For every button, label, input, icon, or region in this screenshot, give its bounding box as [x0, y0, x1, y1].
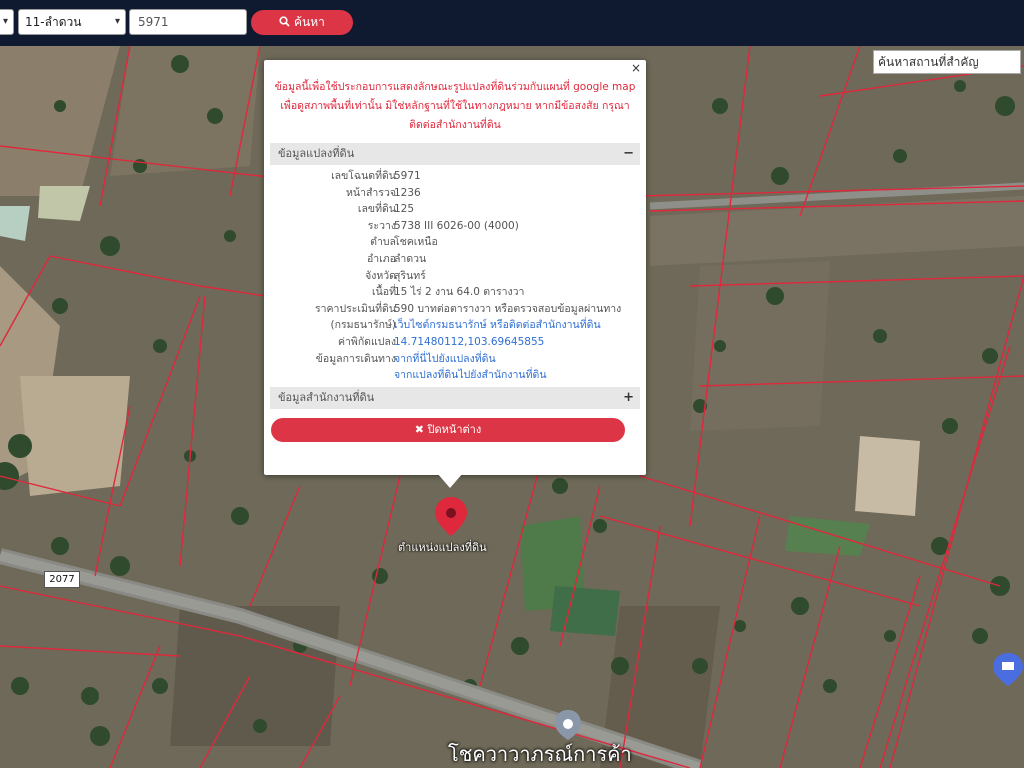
detail-key: ข้อมูลการเดินทาง [315, 352, 396, 365]
detail-row-district: อำเภอ ลำดวน [270, 251, 640, 268]
place-search-input[interactable]: ค้นหาสถานที่สำคัญ [873, 50, 1021, 74]
detail-key: ราคาประเมินที่ดิน [314, 302, 396, 315]
notice-line: เพื่อดูสภาพพื้นที่เท่านั้น มิใช่หลักฐานท… [280, 100, 630, 112]
detail-row-province: จังหวัด สุรินทร์ [270, 268, 640, 285]
treasury-website-link[interactable]: เว็บไซต์กรมธนารักษ์ หรือติดต่อสำนักงานที… [394, 317, 601, 334]
chevron-down-icon: ▾ [114, 16, 120, 27]
search-button[interactable]: ค้นหา [251, 10, 353, 35]
detail-value: 5971 [394, 170, 421, 182]
marker-label: ตำแหน่งแปลงที่ดิน [398, 541, 487, 554]
search-button-label: ค้นหา [293, 15, 325, 29]
chevron-down-icon: ▾ [2, 16, 8, 27]
detail-value: สุรินทร์ [394, 269, 426, 282]
coordinates-link[interactable]: 14.71480112,103.69645855 [394, 334, 544, 351]
detail-value: 590 บาทต่อตารางวา หรือตรวจสอบข้อมูลผ่านท… [394, 302, 622, 315]
close-window-button[interactable]: ✖ ปิดหน้าต่าง [271, 418, 625, 442]
parcel-info-popup: × ข้อมูลนี้เพื่อใช้ประกอบการแสดงลักษณะรู… [264, 60, 646, 475]
detail-value: 5738 III 6026-00 (4000) [394, 219, 519, 232]
collapse-icon[interactable]: − [623, 143, 634, 165]
province-select[interactable]: ▾ [0, 9, 14, 35]
district-select-value: 11-ลำดวน [25, 15, 82, 29]
detail-value: 125 [394, 203, 415, 216]
detail-key: ระวาง [367, 219, 396, 232]
detail-value: 15 ไร่ 2 งาน 64.0 ตารางวา [394, 286, 525, 299]
detail-key: เลขโฉนดที่ดิน [331, 170, 396, 182]
detail-key: เลขที่ดิน [357, 203, 396, 216]
place-label: โชควาวาภรณ์การค้า [448, 742, 632, 766]
detail-row-coordinates: ค่าพิกัดแปลง 14.71480112,103.69645855 [270, 334, 640, 351]
detail-value: ลำดวน [394, 252, 427, 265]
detail-key: ตำบล [370, 236, 396, 249]
close-icon[interactable]: × [631, 61, 641, 75]
detail-row-directions: ข้อมูลการเดินทาง จากที่นี่ไปยังแปลงที่ดิน [270, 351, 640, 368]
section-title: ข้อมูลแปลงที่ดิน [278, 147, 355, 160]
detail-row-subdistrict: ตำบล โชคเหนือ [270, 234, 640, 251]
detail-key: จังหวัด [365, 269, 396, 282]
detail-value: 1236 [394, 186, 421, 199]
parcel-number-input[interactable]: 5971 [129, 9, 247, 35]
parcel-details: เลขโฉนดที่ดิน 5971 หน้าสำรวจ 1236 เลขที่ดิ… [270, 168, 640, 384]
expand-icon[interactable]: + [623, 387, 634, 409]
district-select[interactable]: 11-ลำดวน ▾ [18, 9, 126, 35]
land-office-section-header[interactable]: ข้อมูลสำนักงานที่ดิน + [270, 387, 640, 409]
detail-row-deed-number: เลขโฉนดที่ดิน 5971 [270, 168, 640, 185]
detail-key: ค่าพิกัดแปลง [337, 335, 396, 348]
detail-key: หน้าสำรวจ [346, 186, 396, 199]
directions-to-office-link[interactable]: จากแปลงที่ดินไปยังสำนักงานที่ดิน [394, 367, 547, 384]
detail-key: (กรมธนารักษ์) [330, 319, 396, 332]
close-x-icon: ✖ [414, 423, 424, 436]
top-toolbar: ▾ 11-ลำดวน ▾ 5971 ค้นหา [0, 0, 1024, 46]
detail-row-area: เนื้อที่ 15 ไร่ 2 งาน 64.0 ตารางวา [270, 284, 640, 301]
disclaimer-notice: ข้อมูลนี้เพื่อใช้ประกอบการแสดงลักษณะรูปแ… [264, 78, 646, 135]
notice-line: ติดต่อสำนักงานที่ดิน [409, 119, 501, 131]
section-title: ข้อมูลสำนักงานที่ดิน [278, 391, 375, 404]
detail-key: อำเภอ [366, 252, 396, 265]
road-number-shield: 2077 [44, 571, 80, 588]
detail-row-land-number: เลขที่ดิน 125 [270, 201, 640, 218]
detail-row-survey-page: หน้าสำรวจ 1236 [270, 185, 640, 202]
close-button-label: ปิดหน้าต่าง [427, 423, 482, 436]
detail-row-sheet: ระวาง 5738 III 6026-00 (4000) [270, 218, 640, 235]
detail-row-appraisal: ราคาประเมินที่ดิน 590 บาทต่อตารางวา หรือต… [270, 301, 640, 318]
detail-key: เนื้อที่ [372, 286, 396, 299]
detail-row-appraisal-source: (กรมธนารักษ์) เว็บไซต์กรมธนารักษ์ หรือติด… [270, 317, 640, 334]
directions-to-parcel-link[interactable]: จากที่นี่ไปยังแปลงที่ดิน [394, 351, 496, 368]
search-icon [279, 16, 290, 27]
notice-line: ข้อมูลนี้เพื่อใช้ประกอบการแสดงลักษณะรูปแ… [274, 81, 636, 93]
detail-value: โชคเหนือ [394, 236, 438, 249]
popup-pointer [437, 473, 463, 488]
detail-row-directions-office: จากแปลงที่ดินไปยังสำนักงานที่ดิน [270, 367, 640, 384]
parcel-info-section-header[interactable]: ข้อมูลแปลงที่ดิน − [270, 143, 640, 165]
